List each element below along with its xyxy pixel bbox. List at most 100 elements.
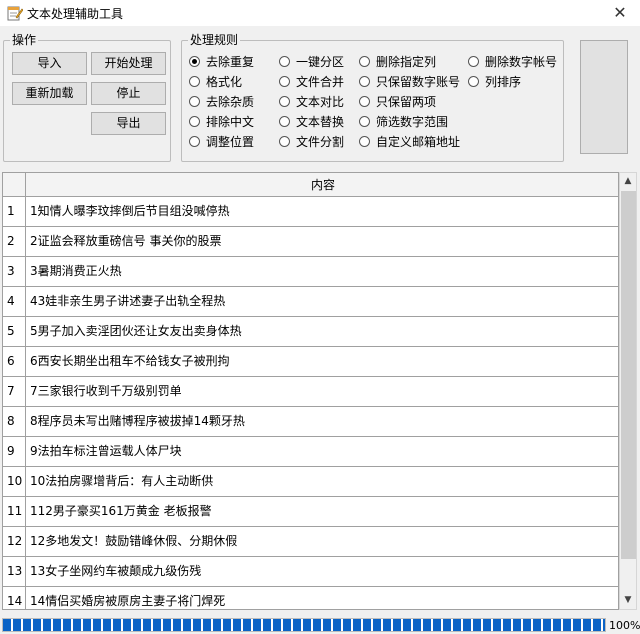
radio-icon[interactable] [279,96,290,107]
rule-option-label: 一键分区 [296,55,345,69]
radio-icon[interactable] [279,116,290,127]
stop-button[interactable]: 停止 [91,82,166,105]
radio-icon[interactable] [279,136,290,147]
table-row[interactable]: 12 12多地发文！鼓励错峰休假、分期休假 [3,527,618,557]
progress-percent: 100% [609,619,640,632]
close-button[interactable]: ✕ [600,0,640,26]
radio-icon[interactable] [359,96,370,107]
content-cell[interactable]: 12多地发文！鼓励错峰休假、分期休假 [30,527,237,556]
table-row[interactable]: 4 43娃非亲生男子讲述妻子出轨全程热 [3,287,618,317]
row-number: 9 [3,437,26,466]
start-process-button[interactable]: 开始处理 [91,52,166,75]
radio-icon[interactable] [189,76,200,87]
grid-corner [3,173,26,197]
radio-icon[interactable] [359,76,370,87]
radio-icon[interactable] [189,116,200,127]
content-cell[interactable]: 9法拍车标注曾运载人体尸块 [30,437,182,466]
scroll-thumb[interactable] [621,191,636,559]
content-cell[interactable]: 14情侣买婚房被原房主妻子将门焊死 [30,587,225,609]
rule-option-label: 只保留数字账号 [376,75,461,89]
content-cell[interactable]: 5男子加入卖淫团伙还让女友出卖身体热 [30,317,242,346]
content-cell[interactable]: 7三家银行收到千万级别罚单 [30,377,182,406]
rules-legend: 处理规则 [188,33,241,47]
table-row[interactable]: 9 9法拍车标注曾运载人体尸块 [3,437,618,467]
rule-option-label: 调整位置 [206,135,255,149]
scroll-up-icon[interactable]: ▲ [620,173,636,190]
rule-option-label: 列排序 [485,75,522,89]
content-cell[interactable]: 13女子坐网约车被颠成九级伤残 [30,557,201,586]
rule-option-label: 自定义邮箱地址 [376,135,461,149]
table-row[interactable]: 7 7三家银行收到千万级别罚单 [3,377,618,407]
table-row[interactable]: 5 5男子加入卖淫团伙还让女友出卖身体热 [3,317,618,347]
rule-option-label: 删除指定列 [376,55,437,69]
import-button[interactable]: 导入 [12,52,87,75]
rule-option-label: 只保留两项 [376,95,437,109]
row-number: 10 [3,467,26,496]
row-number: 1 [3,197,26,226]
rule-option-label: 筛选数字范围 [376,115,449,129]
scroll-down-icon[interactable]: ▼ [620,592,636,609]
radio-icon[interactable] [468,76,479,87]
content-cell[interactable]: 6西安长期坐出租车不给钱女子被刑拘 [30,347,230,376]
content-cell[interactable]: 2证监会释放重磅信号 事关你的股票 [30,227,221,256]
radio-icon[interactable] [359,56,370,67]
rule-option-label: 文本对比 [296,95,345,109]
rules-group: 处理规则 去除重复 格式化 去除杂质 排除中文 调整位置 一键分区 文件合并 文本对比 文本替换… [181,33,564,162]
table-row[interactable]: 10 10法拍房骤增背后：有人主动断供 [3,467,618,497]
row-number: 2 [3,227,26,256]
export-button[interactable]: 导出 [91,112,166,135]
window-title: 文本处理辅助工具 [27,7,124,21]
grid-header: 内容 [3,173,618,197]
reload-button[interactable]: 重新加载 [12,82,87,105]
rule-option-label: 排除中文 [206,115,255,129]
progress-bar [2,618,606,632]
table-row[interactable]: 13 13女子坐网约车被颠成九级伤残 [3,557,618,587]
rule-option-label: 删除数字帐号 [485,55,558,69]
side-action-button[interactable] [580,40,628,154]
row-number: 4 [3,287,26,316]
column-header-content[interactable]: 内容 [26,173,618,197]
table-row[interactable]: 8 8程序员未写出赌博程序被拔掉14颗牙热 [3,407,618,437]
rule-option-label: 去除重复 [206,55,255,69]
content-cell[interactable]: 112男子豪买161万黄金 老板报警 [30,497,212,526]
title-bar: 文本处理辅助工具 ✕ [0,0,640,26]
operations-group: 操作 导入 开始处理 重新加载 停止 导出 [3,33,171,162]
content-cell[interactable]: 8程序员未写出赌博程序被拔掉14颗牙热 [30,407,245,436]
progress-fill [3,619,605,631]
rule-option-label: 文本替换 [296,115,345,129]
rule-option-label: 去除杂质 [206,95,255,109]
content-cell[interactable]: 43娃非亲生男子讲述妻子出轨全程热 [30,287,225,316]
rule-option-label: 文件分割 [296,135,345,149]
table-row[interactable]: 14 14情侣买婚房被原房主妻子将门焊死 [3,587,618,609]
row-number: 7 [3,377,26,406]
radio-icon[interactable] [279,76,290,87]
row-number: 14 [3,587,26,609]
content-cell[interactable]: 1知情人曝李玟摔倒后节目组没喊停热 [30,197,230,226]
radio-icon[interactable] [189,136,200,147]
content-cell[interactable]: 3暑期消费正火热 [30,257,122,286]
row-number: 11 [3,497,26,526]
row-number: 5 [3,317,26,346]
table-row[interactable]: 6 6西安长期坐出租车不给钱女子被刑拘 [3,347,618,377]
vertical-scrollbar[interactable]: ▲ ▼ [619,172,637,610]
row-number: 3 [3,257,26,286]
row-number: 13 [3,557,26,586]
radio-icon[interactable] [279,56,290,67]
radio-icon[interactable] [189,56,200,67]
table-row[interactable]: 2 2证监会释放重磅信号 事关你的股票 [3,227,618,257]
table-row[interactable]: 3 3暑期消费正火热 [3,257,618,287]
operations-legend: 操作 [10,33,39,47]
rule-option-label: 格式化 [206,75,243,89]
table-row[interactable]: 11 112男子豪买161万黄金 老板报警 [3,497,618,527]
table-row[interactable]: 1 1知情人曝李玟摔倒后节目组没喊停热 [3,197,618,227]
notepad-pencil-icon [7,6,23,21]
radio-icon[interactable] [189,96,200,107]
radio-icon[interactable] [468,56,479,67]
row-number: 12 [3,527,26,556]
row-number: 8 [3,407,26,436]
radio-icon[interactable] [359,136,370,147]
content-cell[interactable]: 10法拍房骤增背后：有人主动断供 [30,467,213,496]
row-number: 6 [3,347,26,376]
radio-icon[interactable] [359,116,370,127]
content-grid[interactable]: 内容 1 1知情人曝李玟摔倒后节目组没喊停热 2 2证监会释放重磅信号 事关你的股票 3… [2,172,619,610]
